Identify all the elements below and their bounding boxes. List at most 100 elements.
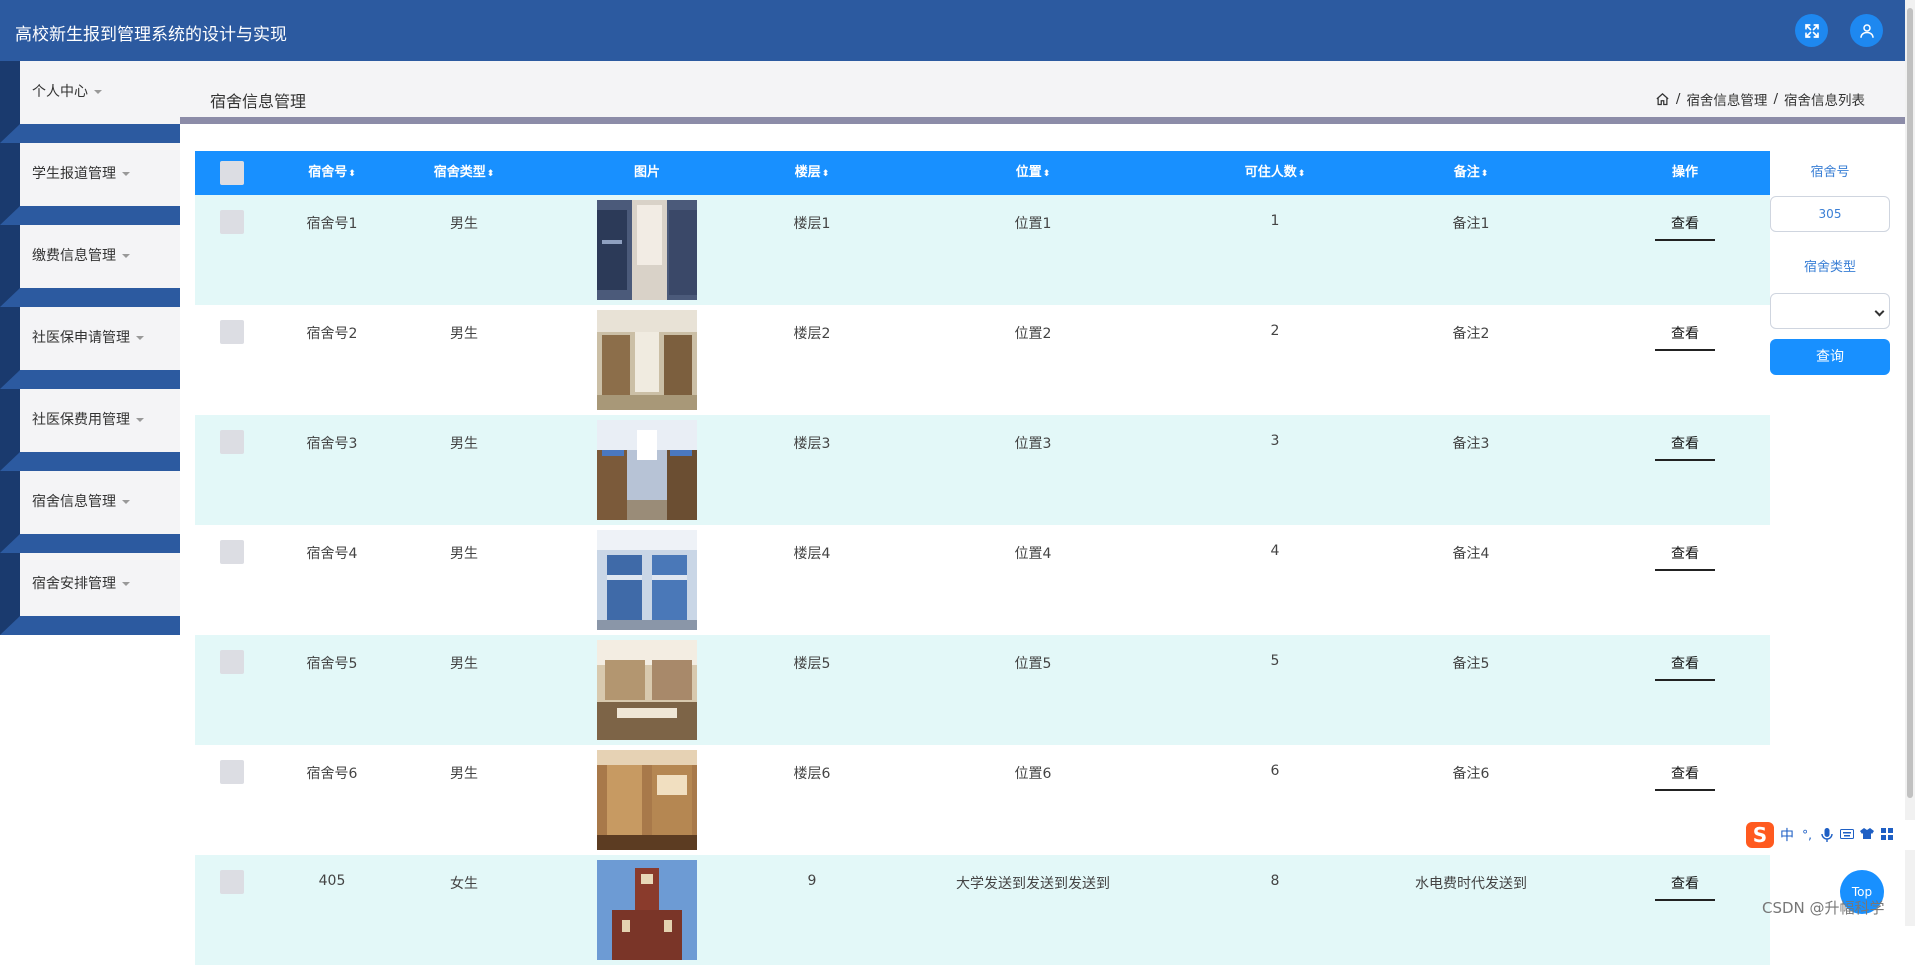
sort-icon: ⬍ — [486, 169, 495, 179]
view-button[interactable]: 查看 — [1655, 433, 1715, 461]
cell-floor: 楼层1 — [793, 216, 831, 232]
row-checkbox[interactable] — [220, 540, 244, 564]
sogou-logo-icon[interactable]: S — [1746, 822, 1774, 848]
sidebar-divider — [0, 124, 180, 143]
table-row: 宿舍号1 男生 楼层1 位置1 1 备注1 查看 — [195, 195, 1770, 305]
dorm-no-label: 宿舍号 — [1810, 165, 1850, 180]
table-row: 宿舍号3 男生 楼层3 位置3 3 备注3 查看 — [195, 415, 1770, 525]
cell-location: 位置4 — [1014, 546, 1052, 562]
column-header-note[interactable]: 备注⬍ — [1454, 151, 1489, 195]
sidebar-item-label: 缴费信息管理 — [32, 248, 116, 264]
caret-down-icon — [136, 418, 144, 422]
cell-floor: 楼层4 — [793, 546, 831, 562]
cell-capacity: 3 — [1270, 433, 1280, 449]
sidebar-item-personal-center[interactable]: 个人中心 — [20, 61, 180, 124]
row-checkbox[interactable] — [220, 870, 244, 894]
header-divider — [180, 117, 1905, 124]
breadcrumb: / 宿舍信息管理 / 宿舍信息列表 — [1655, 89, 1865, 109]
toolbox-icon[interactable] — [1880, 828, 1894, 842]
column-header-dorm-no[interactable]: 宿舍号⬍ — [308, 151, 356, 195]
view-button[interactable]: 查看 — [1655, 213, 1715, 241]
sort-icon: ⬍ — [1297, 169, 1306, 179]
sidebar-item-label: 社医保费用管理 — [32, 412, 130, 428]
row-checkbox[interactable] — [220, 210, 244, 234]
cell-note: 备注6 — [1452, 766, 1490, 782]
row-checkbox[interactable] — [220, 760, 244, 784]
caret-down-icon — [136, 336, 144, 340]
cell-floor: 楼层2 — [793, 326, 831, 342]
sidebar-item-student-report[interactable]: 学生报道管理 — [20, 143, 180, 206]
app-title: 高校新生报到管理系统的设计与实现 — [15, 25, 287, 45]
view-button[interactable]: 查看 — [1655, 653, 1715, 681]
skin-icon[interactable] — [1860, 828, 1874, 842]
select-all-checkbox[interactable] — [220, 161, 244, 185]
sidebar-item-insurance-apply[interactable]: 社医保申请管理 — [20, 307, 180, 370]
sidebar-divider — [0, 452, 180, 471]
keyboard-icon[interactable] — [1840, 828, 1854, 842]
breadcrumb-separator: / — [1773, 91, 1778, 107]
cell-location: 位置5 — [1014, 656, 1052, 672]
view-button[interactable]: 查看 — [1655, 543, 1715, 571]
view-button[interactable]: 查看 — [1655, 323, 1715, 351]
sidebar-item-label: 宿舍安排管理 — [32, 576, 116, 592]
dorm-photo[interactable] — [597, 640, 697, 740]
caret-down-icon — [122, 500, 130, 504]
sidebar-item-payment[interactable]: 缴费信息管理 — [20, 225, 180, 288]
sidebar-item-dorm-info[interactable]: 宿舍信息管理 — [20, 471, 180, 534]
row-checkbox[interactable] — [220, 320, 244, 344]
cell-dorm-no: 宿舍号1 — [306, 216, 358, 232]
dorm-table: 宿舍号⬍ 宿舍类型⬍ 图片 楼层⬍ 位置⬍ 可住人数⬍ 备注⬍ 操作 宿舍号1 … — [195, 151, 1770, 965]
dorm-photo[interactable] — [597, 530, 697, 630]
top-bar: 高校新生报到管理系统的设计与实现 — [0, 0, 1905, 61]
cell-dorm-type: 男生 — [450, 656, 478, 672]
fullscreen-icon[interactable] — [1795, 14, 1828, 47]
dorm-photo[interactable] — [597, 750, 697, 850]
cell-dorm-type: 男生 — [450, 216, 478, 232]
dorm-no-input[interactable] — [1770, 196, 1890, 232]
column-header-location[interactable]: 位置⬍ — [1016, 151, 1051, 195]
ime-language[interactable]: 中 — [1780, 825, 1794, 845]
table-row: 宿舍号4 男生 楼层4 位置4 4 备注4 查看 — [195, 525, 1770, 635]
sort-icon: ⬍ — [821, 169, 830, 179]
dorm-photo[interactable] — [597, 310, 697, 410]
dorm-type-select[interactable] — [1770, 293, 1890, 329]
table-row: 405 女生 9 大学发送到发送到发送到 8 水电费时代发送到 查看 — [195, 855, 1770, 965]
column-header-image: 图片 — [633, 165, 661, 180]
table-row: 宿舍号6 男生 楼层6 位置6 6 备注6 查看 — [195, 745, 1770, 855]
breadcrumb-level-1[interactable]: 宿舍信息管理 — [1686, 89, 1767, 109]
cell-location: 位置6 — [1014, 766, 1052, 782]
dorm-photo[interactable] — [597, 420, 697, 520]
column-header-dorm-type[interactable]: 宿舍类型⬍ — [434, 151, 495, 195]
cell-note: 备注3 — [1452, 436, 1490, 452]
view-button[interactable]: 查看 — [1655, 873, 1715, 901]
cell-dorm-no: 宿舍号5 — [306, 656, 358, 672]
sort-icon: ⬍ — [1042, 169, 1051, 179]
cell-capacity: 1 — [1270, 213, 1280, 229]
dorm-photo[interactable] — [597, 200, 697, 300]
dorm-photo[interactable] — [597, 860, 697, 960]
watermark: CSDN @升幅科学 — [1762, 899, 1885, 917]
sidebar-divider — [0, 370, 180, 389]
breadcrumb-separator: / — [1675, 91, 1681, 107]
row-checkbox[interactable] — [220, 430, 244, 454]
cell-note: 水电费时代发送到 — [1415, 876, 1527, 892]
column-header-floor[interactable]: 楼层⬍ — [795, 151, 830, 195]
row-checkbox[interactable] — [220, 650, 244, 674]
cell-location: 大学发送到发送到发送到 — [956, 876, 1110, 892]
cell-dorm-no: 405 — [318, 873, 346, 889]
ime-toolbar[interactable]: S 中 °, — [1742, 820, 1915, 850]
punctuation-icon[interactable]: °, — [1800, 828, 1814, 842]
home-icon[interactable] — [1655, 92, 1670, 107]
microphone-icon[interactable] — [1820, 828, 1834, 842]
search-button[interactable]: 查询 — [1770, 339, 1890, 375]
view-button[interactable]: 查看 — [1655, 763, 1715, 791]
cell-dorm-type: 男生 — [450, 326, 478, 342]
sidebar-item-dorm-arrange[interactable]: 宿舍安排管理 — [20, 553, 180, 616]
scrollbar-thumb[interactable] — [1907, 8, 1913, 798]
user-icon[interactable] — [1850, 14, 1883, 47]
sidebar-item-insurance-fee[interactable]: 社医保费用管理 — [20, 389, 180, 452]
cell-floor: 楼层6 — [793, 766, 831, 782]
breadcrumb-level-2: 宿舍信息列表 — [1784, 93, 1865, 109]
column-header-capacity[interactable]: 可住人数⬍ — [1245, 151, 1306, 195]
cell-dorm-no: 宿舍号3 — [306, 436, 358, 452]
